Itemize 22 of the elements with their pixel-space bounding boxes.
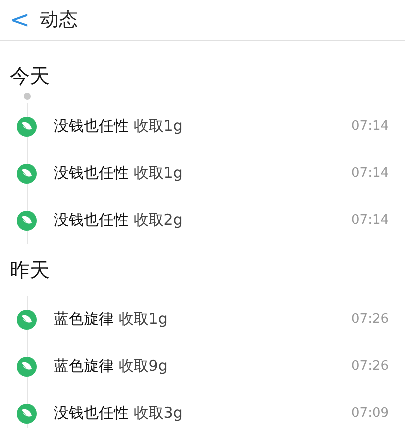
activity-text: 蓝色旋律 收取1g bbox=[54, 309, 168, 330]
activity-time: 07:14 bbox=[352, 118, 389, 136]
activity-time: 07:09 bbox=[352, 404, 389, 423]
leaf-icon bbox=[17, 404, 37, 424]
page-title: 动态 bbox=[40, 8, 78, 33]
leaf-icon bbox=[17, 356, 37, 376]
leaf-icon bbox=[17, 210, 37, 230]
leaf-icon bbox=[17, 116, 37, 136]
activity-text: 没钱也任性 收取3g bbox=[54, 403, 183, 424]
leaf-icon bbox=[17, 310, 37, 330]
activity-time: 07:14 bbox=[352, 164, 389, 183]
activity-time: 07:14 bbox=[352, 212, 389, 230]
activity-time: 07:26 bbox=[352, 310, 389, 329]
back-button[interactable]: < bbox=[6, 8, 34, 32]
activity-text: 没钱也任性 收取1g bbox=[54, 163, 183, 184]
leaf-icon bbox=[17, 164, 37, 184]
activity-text: 没钱也任性 收取1g bbox=[54, 116, 183, 138]
activity-time: 07:26 bbox=[352, 358, 389, 376]
date-heading: 今天 bbox=[10, 63, 50, 90]
activity-text: 蓝色旋律 收取9g bbox=[54, 356, 168, 378]
activity-text: 没钱也任性 收取2g bbox=[54, 210, 183, 232]
date-heading: 昨天 bbox=[10, 257, 50, 284]
